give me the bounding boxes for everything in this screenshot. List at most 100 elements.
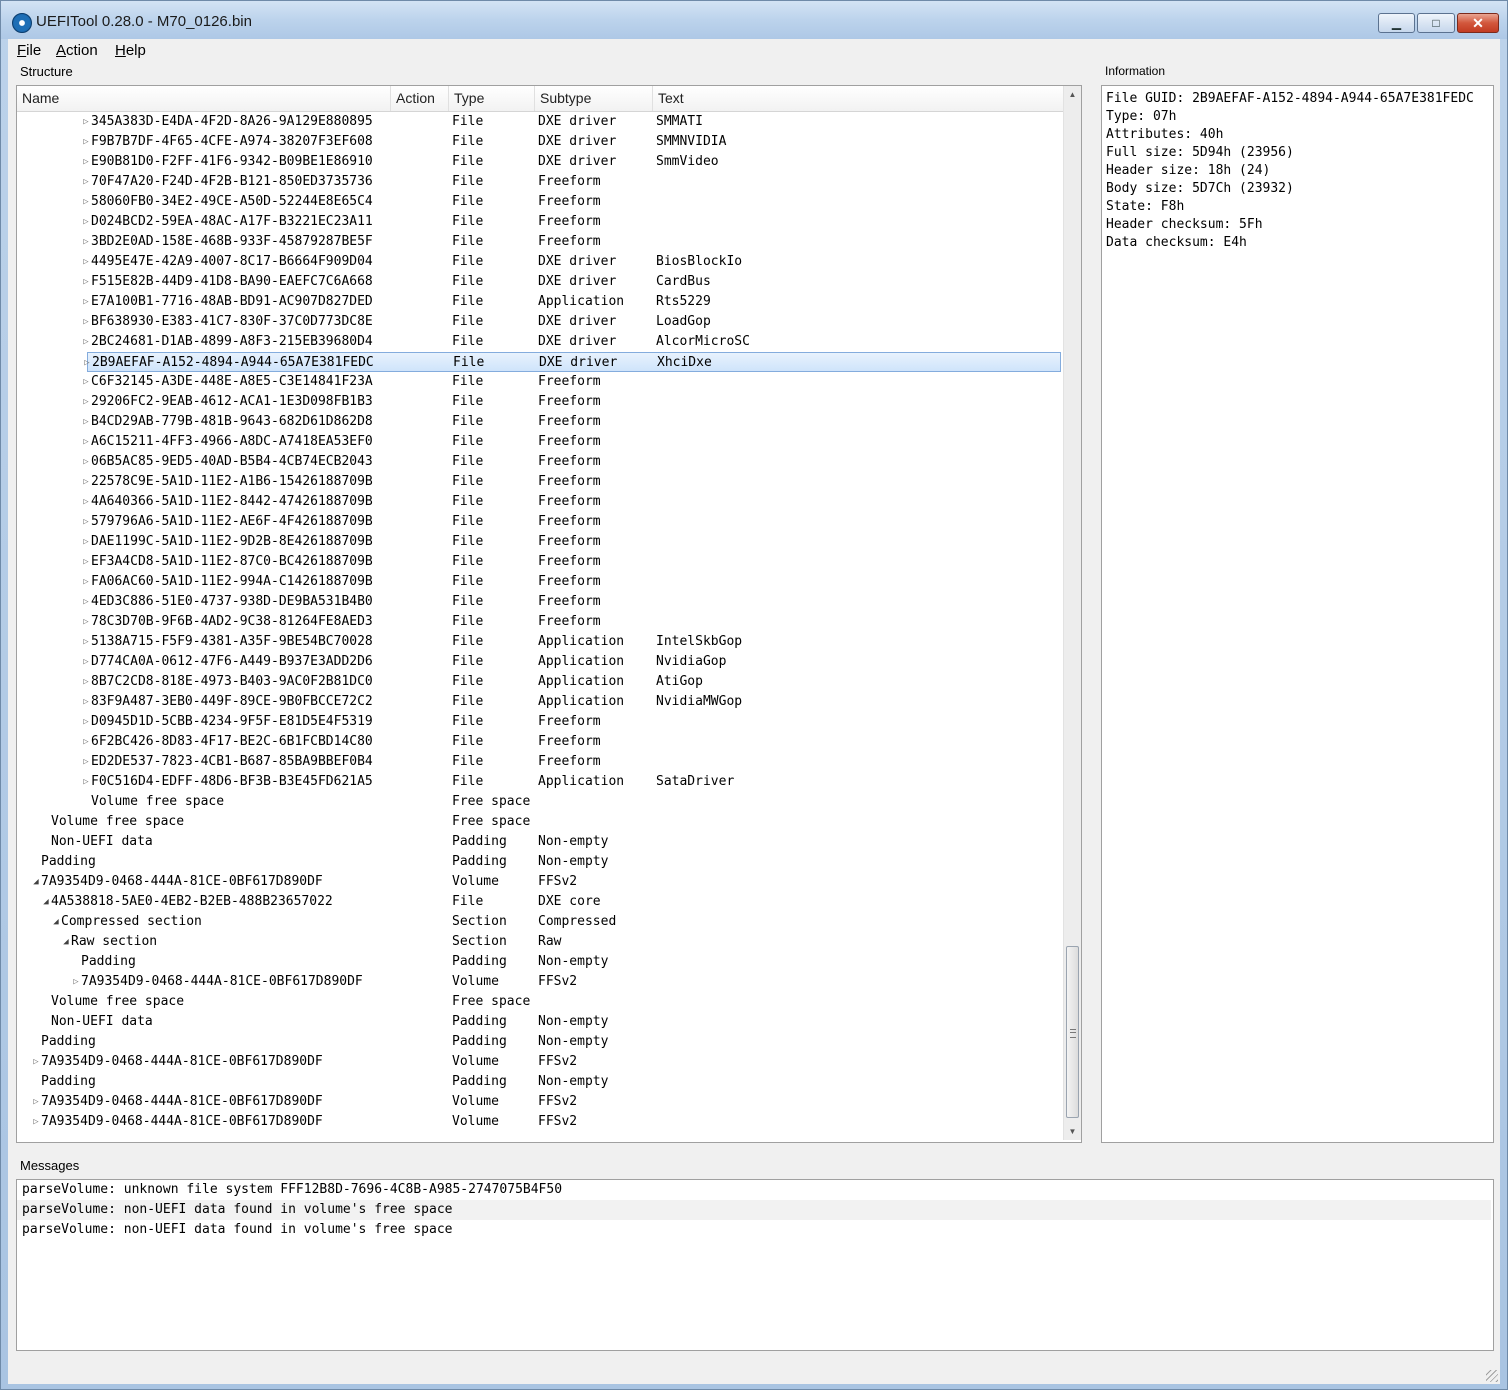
menu-action[interactable]: Action xyxy=(56,42,98,59)
expander-closed-icon[interactable]: ▷ xyxy=(71,972,81,992)
table-row[interactable]: ▷ 4A640366-5A1D-11E2-8442-47426188709B Fil… xyxy=(17,492,1063,512)
expander-closed-icon[interactable]: ▷ xyxy=(81,192,91,212)
table-row[interactable]: ▷ F9B7B7DF-4F65-4CFE-A974-38207F3EF608 Fil… xyxy=(17,132,1063,152)
expander-closed-icon[interactable]: ▷ xyxy=(81,212,91,232)
table-row[interactable]: ▷ 7A9354D9-0468-444A-81CE-0BF617D890DF Vol… xyxy=(17,1092,1063,1112)
table-row[interactable]: ▷ 8B7C2CD8-818E-4973-B403-9AC0F2B81DC0 Fil… xyxy=(17,672,1063,692)
table-row[interactable]: Non-UEFI data Padding Non-empty xyxy=(17,832,1063,852)
table-row[interactable]: Volume free space Free space xyxy=(17,992,1063,1012)
expander-closed-icon[interactable]: ▷ xyxy=(81,152,91,172)
messages-list[interactable]: parseVolume: unknown file system FFF12B8… xyxy=(16,1179,1494,1351)
column-header-type[interactable]: Type xyxy=(449,86,535,111)
expander-closed-icon[interactable]: ▷ xyxy=(81,672,91,692)
expander-closed-icon[interactable]: ▷ xyxy=(31,1112,41,1132)
maximize-button[interactable]: □ xyxy=(1417,13,1455,33)
expander-closed-icon[interactable]: ▷ xyxy=(81,532,91,552)
table-row[interactable]: ▷ 83F9A487-3EB0-449F-89CE-9B0FBCCE72C2 Fil… xyxy=(17,692,1063,712)
expander-closed-icon[interactable]: ▷ xyxy=(81,132,91,152)
table-row[interactable]: ▷ 2BC24681-D1AB-4899-A8F3-215EB39680D4 Fil… xyxy=(17,332,1063,352)
table-row[interactable]: ▷ F515E82B-44D9-41D8-BA90-EAEFC7C6A668 Fil… xyxy=(17,272,1063,292)
expander-open-icon[interactable]: ◢ xyxy=(51,912,61,932)
table-row[interactable]: ▷ 345A383D-E4DA-4F2D-8A26-9A129E880895 Fil… xyxy=(17,112,1063,132)
table-row[interactable]: Padding Padding Non-empty xyxy=(17,1032,1063,1052)
table-row[interactable]: ▷ 58060FB0-34E2-49CE-A50D-52244E8E65C4 Fil… xyxy=(17,192,1063,212)
expander-closed-icon[interactable]: ▷ xyxy=(81,392,91,412)
table-row[interactable]: ▷ BF638930-E383-41C7-830F-37C0D773DC8E Fil… xyxy=(17,312,1063,332)
scroll-thumb[interactable] xyxy=(1066,946,1079,1118)
column-header-text[interactable]: Text xyxy=(653,86,1063,111)
table-row[interactable]: Padding Padding Non-empty xyxy=(17,852,1063,872)
table-row[interactable]: ▷ EF3A4CD8-5A1D-11E2-87C0-BC426188709B Fil… xyxy=(17,552,1063,572)
table-row[interactable]: ▷ 7A9354D9-0468-444A-81CE-0BF617D890DF Vol… xyxy=(17,1112,1063,1132)
table-row[interactable]: ▷ 5138A715-F5F9-4381-A35F-9BE54BC70028 Fil… xyxy=(17,632,1063,652)
expander-closed-icon[interactable]: ▷ xyxy=(81,712,91,732)
expander-closed-icon[interactable]: ▷ xyxy=(81,652,91,672)
table-row[interactable]: ▷ FA06AC60-5A1D-11E2-994A-C1426188709B Fil… xyxy=(17,572,1063,592)
table-row[interactable]: ◢ Compressed section Section Compressed xyxy=(17,912,1063,932)
expander-closed-icon[interactable]: ▷ xyxy=(81,512,91,532)
scroll-down-arrow-icon[interactable]: ▼ xyxy=(1064,1123,1081,1140)
expander-closed-icon[interactable]: ▷ xyxy=(81,252,91,272)
table-row[interactable]: ▷ 3BD2E0AD-158E-468B-933F-45879287BE5F Fil… xyxy=(17,232,1063,252)
expander-closed-icon[interactable]: ▷ xyxy=(31,1092,41,1112)
expander-closed-icon[interactable]: ▷ xyxy=(81,312,91,332)
table-row[interactable]: ▷ 06B5AC85-9ED5-40AD-B5B4-4CB74ECB2043 Fil… xyxy=(17,452,1063,472)
menu-help[interactable]: Help xyxy=(115,42,146,59)
information-panel[interactable]: File GUID: 2B9AEFAF-A152-4894-A944-65A7E… xyxy=(1101,85,1494,1143)
table-row[interactable]: ▷ D774CA0A-0612-47F6-A449-B937E3ADD2D6 Fil… xyxy=(17,652,1063,672)
expander-closed-icon[interactable]: ▷ xyxy=(31,1052,41,1072)
table-row[interactable]: ▷ E7A100B1-7716-48AB-BD91-AC907D827DED Fil… xyxy=(17,292,1063,312)
expander-open-icon[interactable]: ◢ xyxy=(41,892,51,912)
table-row[interactable]: ▷ E90B81D0-F2FF-41F6-9342-B09BE1E86910 Fil… xyxy=(17,152,1063,172)
table-row[interactable]: ▷ 29206FC2-9EAB-4612-ACA1-1E3D098FB1B3 Fil… xyxy=(17,392,1063,412)
table-row[interactable]: ▷ A6C15211-4FF3-4966-A8DC-A7418EA53EF0 Fil… xyxy=(17,432,1063,452)
expander-closed-icon[interactable]: ▷ xyxy=(81,572,91,592)
message-line[interactable]: parseVolume: unknown file system FFF12B8… xyxy=(17,1180,1491,1200)
table-row[interactable]: ▷ 7A9354D9-0468-444A-81CE-0BF617D890DF Vol… xyxy=(17,972,1063,992)
expander-closed-icon[interactable]: ▷ xyxy=(81,172,91,192)
expander-closed-icon[interactable]: ▷ xyxy=(81,752,91,772)
menu-file[interactable]: File xyxy=(17,42,41,59)
table-row-selected[interactable]: ▷ 2B9AEFAF-A152-4894-A944-65A7E381FEDC Fil… xyxy=(84,352,1061,372)
table-row[interactable]: ◢ Raw section Section Raw xyxy=(17,932,1063,952)
table-row[interactable]: ◢ 4A538818-5AE0-4EB2-B2EB-488B23657022 Fil… xyxy=(17,892,1063,912)
column-header-subtype[interactable]: Subtype xyxy=(535,86,653,111)
close-button[interactable]: ✕ xyxy=(1457,13,1499,33)
expander-closed-icon[interactable]: ▷ xyxy=(81,232,91,252)
table-row[interactable]: Non-UEFI data Padding Non-empty xyxy=(17,1012,1063,1032)
expander-closed-icon[interactable]: ▷ xyxy=(81,492,91,512)
table-row[interactable]: ▷ D024BCD2-59EA-48AC-A17F-B3221EC23A11 Fil… xyxy=(17,212,1063,232)
table-row[interactable]: ▷ DAE1199C-5A1D-11E2-9D2B-8E426188709B Fil… xyxy=(17,532,1063,552)
table-row[interactable]: ▷ 70F47A20-F24D-4F2B-B121-850ED3735736 Fil… xyxy=(17,172,1063,192)
expander-closed-icon[interactable]: ▷ xyxy=(81,472,91,492)
table-row[interactable]: ▷ B4CD29AB-779B-481B-9643-682D61D862D8 Fil… xyxy=(17,412,1063,432)
table-row[interactable]: ▷ 6F2BC426-8D83-4F17-BE2C-6B1FCBD14C80 Fil… xyxy=(17,732,1063,752)
expander-open-icon[interactable]: ◢ xyxy=(61,932,71,952)
table-row[interactable]: ▷ F0C516D4-EDFF-48D6-BF3B-B3E45FD621A5 Fil… xyxy=(17,772,1063,792)
expander-closed-icon[interactable]: ▷ xyxy=(81,332,91,352)
expander-closed-icon[interactable]: ▷ xyxy=(81,292,91,312)
expander-closed-icon[interactable]: ▷ xyxy=(81,452,91,472)
column-header-name[interactable]: Name xyxy=(17,86,391,111)
table-row[interactable]: Padding Padding Non-empty xyxy=(17,952,1063,972)
expander-closed-icon[interactable]: ▷ xyxy=(81,412,91,432)
expander-closed-icon[interactable]: ▷ xyxy=(81,272,91,292)
table-row[interactable]: ▷ 7A9354D9-0468-444A-81CE-0BF617D890DF Vol… xyxy=(17,1052,1063,1072)
expander-closed-icon[interactable]: ▷ xyxy=(81,732,91,752)
table-row[interactable]: ▷ ED2DE537-7823-4CB1-B687-85BA9BBEF0B4 Fil… xyxy=(17,752,1063,772)
expander-closed-icon[interactable]: ▷ xyxy=(81,692,91,712)
table-row[interactable]: ▷ 4495E47E-42A9-4007-8C17-B6664F909D04 Fil… xyxy=(17,252,1063,272)
structure-tree[interactable]: Name Action Type Subtype Text ▷ 345A383D-… xyxy=(16,85,1082,1143)
expander-closed-icon[interactable]: ▷ xyxy=(81,612,91,632)
table-row[interactable]: ▷ D0945D1D-5CBB-4234-9F5F-E81D5E4F5319 Fil… xyxy=(17,712,1063,732)
expander-closed-icon[interactable]: ▷ xyxy=(82,353,92,373)
table-row[interactable]: ▷ 4ED3C886-51E0-4737-938D-DE9BA531B4B0 Fil… xyxy=(17,592,1063,612)
table-row[interactable]: ▷ C6F32145-A3DE-448E-A8E5-C3E14841F23A Fil… xyxy=(17,372,1063,392)
table-row[interactable]: ▷ 579796A6-5A1D-11E2-AE6F-4F426188709B Fil… xyxy=(17,512,1063,532)
table-row[interactable]: ▷ 22578C9E-5A1D-11E2-A1B6-15426188709B Fil… xyxy=(17,472,1063,492)
expander-open-icon[interactable]: ◢ xyxy=(31,872,41,892)
expander-closed-icon[interactable]: ▷ xyxy=(81,372,91,392)
table-row[interactable]: Padding Padding Non-empty xyxy=(17,1072,1063,1092)
message-line[interactable]: parseVolume: non-UEFI data found in volu… xyxy=(17,1220,1491,1240)
expander-closed-icon[interactable]: ▷ xyxy=(81,552,91,572)
